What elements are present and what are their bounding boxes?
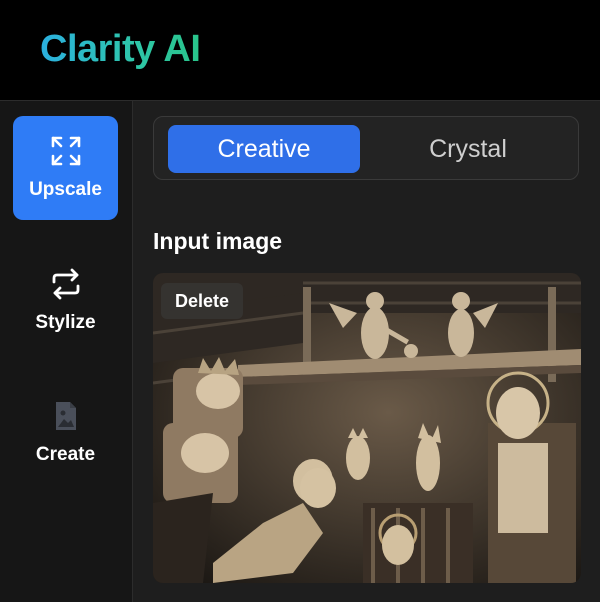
main-panel: Creative Crystal Input image Delete bbox=[133, 101, 600, 602]
sidebar-item-label: Create bbox=[35, 444, 96, 465]
app-title: Clarity AI bbox=[40, 28, 201, 70]
sidebar-item-label: Upscale bbox=[29, 179, 102, 200]
mode-switch: Creative Crystal bbox=[153, 116, 579, 180]
expand-icon bbox=[51, 136, 80, 166]
sidebar: Upscale Stylize Create bbox=[0, 101, 133, 602]
mode-option-creative[interactable]: Creative bbox=[168, 125, 360, 173]
delete-button[interactable]: Delete bbox=[161, 283, 244, 319]
input-image[interactable]: Delete bbox=[153, 273, 581, 583]
sidebar-item-create[interactable]: Create bbox=[13, 381, 118, 485]
mode-option-crystal[interactable]: Crystal bbox=[372, 125, 564, 173]
sidebar-item-stylize[interactable]: Stylize bbox=[13, 249, 118, 353]
swap-arrows-icon bbox=[52, 268, 79, 300]
sidebar-item-label: Stylize bbox=[35, 312, 96, 333]
nativity-photo bbox=[153, 273, 581, 583]
app-header: Clarity AI bbox=[0, 0, 600, 101]
sidebar-item-upscale[interactable]: Upscale bbox=[13, 116, 118, 220]
input-image-title: Input image bbox=[153, 228, 283, 254]
image-icon bbox=[55, 402, 76, 430]
